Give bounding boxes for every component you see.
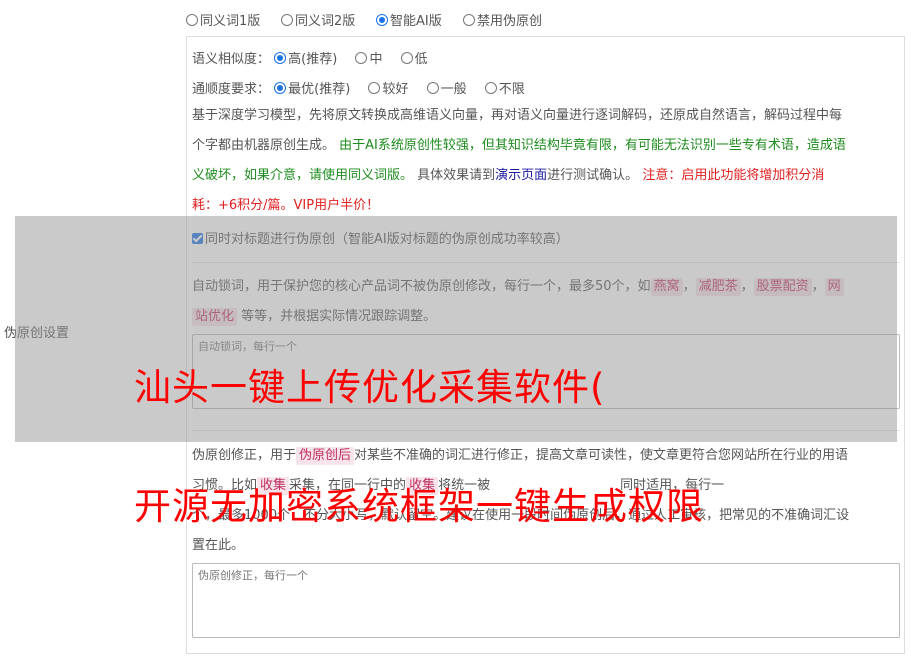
fluency-option-best[interactable]: 最优(推荐) [274, 82, 350, 97]
watermark-line-1: 汕头一键上传优化采集软件( [134, 366, 606, 409]
radio-checked-icon[interactable] [274, 52, 287, 64]
radio-icon[interactable] [186, 14, 198, 26]
fluency-option-good[interactable]: 较好 [368, 82, 408, 97]
demo-page-link[interactable]: 演示页面 [495, 168, 547, 183]
radio-icon[interactable] [426, 82, 439, 94]
radio-checked-icon[interactable] [274, 82, 287, 94]
example-chip: 伪原创后 [296, 447, 355, 465]
similarity-option-high[interactable]: 高(推荐) [274, 52, 337, 67]
radio-icon[interactable] [281, 14, 293, 26]
radio-icon[interactable] [484, 82, 497, 94]
fluency-option-any[interactable]: 不限 [484, 82, 525, 97]
mode-option-disable[interactable]: 禁用伪原创 [463, 10, 542, 29]
fluency-label: 通顺度要求： [192, 82, 271, 97]
fix-line: 伪原创修正，用于 伪原创后 对某些不准确的词汇进行修正，提高文章可读性，使文章更符合… [192, 447, 849, 465]
similarity-row: 语义相似度： 高(推荐) 中 低 [192, 48, 428, 67]
similarity-label: 语义相似度： [192, 52, 271, 67]
radio-icon[interactable] [400, 52, 413, 64]
fluency-row: 通顺度要求： 最优(推荐) 较好 一般 不限 [192, 78, 525, 97]
radio-icon[interactable] [463, 14, 475, 26]
mode-option-synonym1[interactable]: 同义词1版 [186, 10, 260, 29]
desc-line: 个字都由机器原创生成。 由于AI系统原创性较强，但其知识结构毕竟有限，有可能无法… [192, 138, 846, 153]
fix-line: 置在此。 [192, 538, 245, 553]
radio-checked-icon[interactable] [376, 14, 388, 26]
radio-icon[interactable] [368, 82, 381, 94]
mode-option-synonym2[interactable]: 同义词2版 [281, 10, 355, 29]
fix-words-textarea[interactable]: 伪原创修正，每行一个 [192, 563, 900, 638]
watermark-line-2: 开源无加密系统框架一键生成权限 [134, 485, 704, 528]
similarity-option-mid[interactable]: 中 [355, 52, 382, 67]
desc-line: 基于深度学习模型，先将原文转换成高维语义向量，再对语义向量进行逐词解码，还原成自… [192, 108, 843, 123]
desc-line: 义破坏，如果介意，请使用同义词版。 具体效果请到演示页面进行测试确认。 注意：启… [192, 168, 825, 183]
fluency-option-normal[interactable]: 一般 [426, 82, 467, 97]
radio-icon[interactable] [355, 52, 368, 64]
mode-option-ai[interactable]: 智能AI版 [376, 10, 442, 29]
ai-description: 基于深度学习模型，先将原文转换成高维语义向量，再对语义向量进行逐词解码，还原成自… [192, 101, 902, 221]
similarity-option-low[interactable]: 低 [400, 52, 428, 67]
